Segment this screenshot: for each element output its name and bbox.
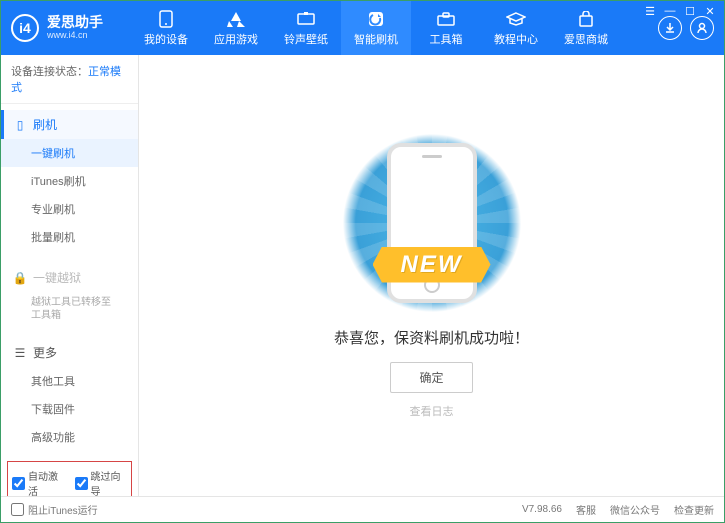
success-illustration: NEW [332, 133, 532, 313]
sidebar-item-itunes[interactable]: iTunes刷机 [1, 167, 138, 195]
maximize-icon[interactable]: ☐ [683, 4, 697, 18]
options-row: 自动激活 跳过向导 [7, 461, 132, 496]
main-content: NEW 恭喜您，保资料刷机成功啦！ 确定 查看日志 [139, 55, 724, 496]
user-icon[interactable] [690, 16, 714, 40]
minimize-icon[interactable]: — [663, 4, 677, 18]
tab-ringtone[interactable]: 铃声壁纸 [271, 1, 341, 55]
app-name: 爱思助手 [47, 15, 103, 30]
device-icon [156, 10, 176, 28]
app-url: www.i4.cn [47, 31, 103, 41]
window-controls: ☰ — ☐ ✕ [643, 4, 717, 18]
update-link[interactable]: 检查更新 [674, 502, 714, 517]
wechat-link[interactable]: 微信公众号 [610, 502, 660, 517]
sidebar-item-other[interactable]: 其他工具 [1, 367, 138, 395]
sidebar-item-oneclick[interactable]: 一键刷机 [1, 139, 138, 167]
sidebar-header-jailbreak: 🔒 一键越狱 [1, 263, 138, 292]
sidebar: 设备连接状态：正常模式 ▯ 刷机 一键刷机 iTunes刷机 专业刷机 批量刷机… [1, 55, 139, 496]
sidebar-item-pro[interactable]: 专业刷机 [1, 195, 138, 223]
nav-tabs: 我的设备 应用游戏 铃声壁纸 智能刷机 工具箱 教程中心 [131, 1, 658, 55]
phone-icon: ▯ [13, 118, 27, 132]
tray-icon[interactable]: ☰ [643, 4, 657, 18]
view-log-link[interactable]: 查看日志 [410, 403, 454, 419]
sidebar-item-advanced[interactable]: 高级功能 [1, 423, 138, 451]
ok-button[interactable]: 确定 [390, 362, 472, 393]
tab-apps[interactable]: 应用游戏 [201, 1, 271, 55]
apps-icon [226, 10, 246, 28]
statusbar: 阻止iTunes运行 V7.98.66 客服 微信公众号 检查更新 [1, 496, 724, 522]
tutorial-icon [506, 10, 526, 28]
ringtone-icon [296, 10, 316, 28]
tab-toolbox[interactable]: 工具箱 [411, 1, 481, 55]
sidebar-item-batch[interactable]: 批量刷机 [1, 223, 138, 251]
service-link[interactable]: 客服 [576, 502, 596, 517]
tab-my-device[interactable]: 我的设备 [131, 1, 201, 55]
version-label: V7.98.66 [522, 504, 562, 515]
toolbox-icon [436, 10, 456, 28]
block-itunes-checkbox[interactable]: 阻止iTunes运行 [11, 502, 98, 517]
close-icon[interactable]: ✕ [703, 4, 717, 18]
titlebar: i4 爱思助手 www.i4.cn 我的设备 应用游戏 铃声壁纸 智能刷机 [1, 1, 724, 55]
store-icon [576, 10, 596, 28]
tab-flash[interactable]: 智能刷机 [341, 1, 411, 55]
tab-tutorial[interactable]: 教程中心 [481, 1, 551, 55]
download-icon[interactable] [658, 16, 682, 40]
auto-activate-checkbox[interactable]: 自动激活 [12, 468, 65, 496]
sidebar-header-more[interactable]: ☰ 更多 [1, 338, 138, 367]
connection-status: 设备连接状态：正常模式 [1, 55, 138, 104]
lock-icon: 🔒 [13, 271, 27, 285]
sidebar-header-flash[interactable]: ▯ 刷机 [1, 110, 138, 139]
logo: i4 爱思助手 www.i4.cn [11, 14, 131, 42]
logo-icon: i4 [11, 14, 39, 42]
skip-guide-checkbox[interactable]: 跳过向导 [75, 468, 128, 496]
menu-icon: ☰ [13, 346, 27, 360]
sidebar-item-download[interactable]: 下载固件 [1, 395, 138, 423]
flash-icon [366, 10, 386, 28]
jailbreak-note: 越狱工具已转移至 工具箱 [1, 292, 138, 326]
new-ribbon: NEW [373, 247, 491, 283]
tab-store[interactable]: 爱思商城 [551, 1, 621, 55]
success-message: 恭喜您，保资料刷机成功啦！ [334, 327, 529, 348]
